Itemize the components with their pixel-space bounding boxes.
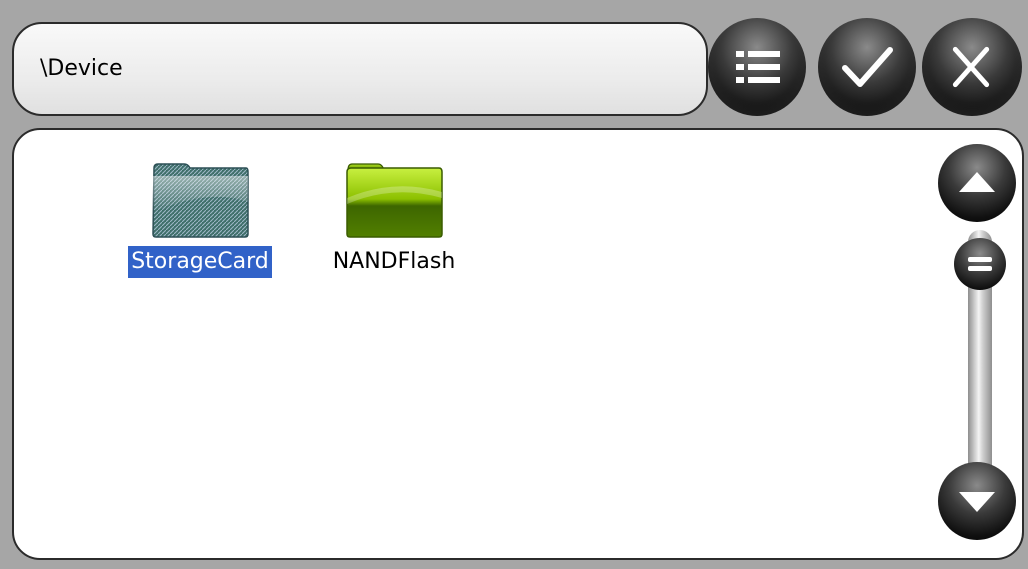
ok-button[interactable] [818,18,916,116]
folder-item-nandflash[interactable]: NANDFlash [304,162,484,278]
scroll-up-button[interactable] [938,144,1016,222]
folder-icon [152,163,249,238]
close-button[interactable] [922,18,1022,116]
list-icon [736,51,780,83]
scrollbar-thumb[interactable] [954,238,1006,290]
path-bar[interactable]: \Device [12,22,708,116]
folder-icon [346,163,443,238]
path-text: \Device [40,56,123,81]
list-view-button[interactable] [708,18,806,116]
scroll-down-button[interactable] [938,462,1016,540]
arrow-down-icon [959,492,995,512]
grip-icon [968,257,992,271]
folder-item-storagecard[interactable]: StorageCard [110,162,290,278]
file-list-panel: StorageCard NANDFlash [12,128,1024,560]
checkmark-icon [842,47,893,87]
arrow-up-icon [959,172,995,192]
close-icon [952,46,990,88]
folder-label: StorageCard [128,246,272,278]
folder-label: NANDFlash [332,249,456,274]
